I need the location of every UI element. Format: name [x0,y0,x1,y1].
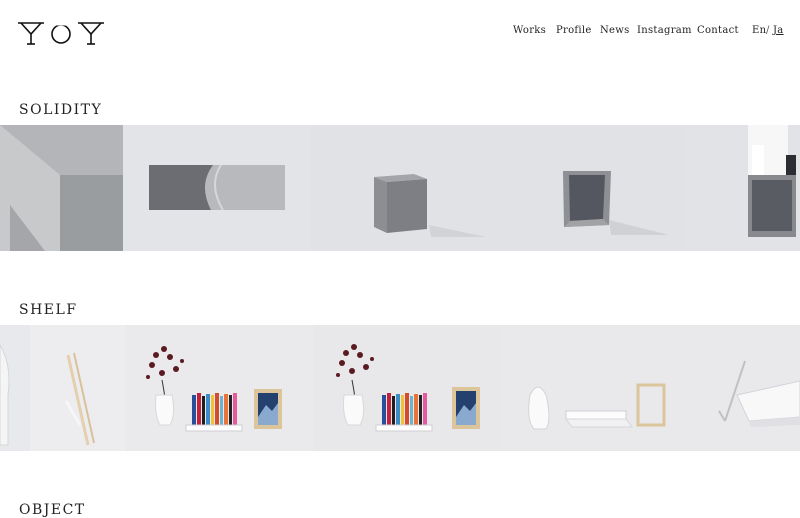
shelf-gallery [0,325,800,451]
lang-en[interactable]: En [752,25,766,36]
section-title-object: OBJECT [19,502,86,518]
gallery-image[interactable] [499,125,686,251]
nav-news[interactable]: News [600,25,630,36]
nav-profile[interactable]: Profile [556,25,592,36]
gallery-image[interactable] [0,125,123,251]
nav-contact[interactable]: Contact [697,25,739,36]
gallery-image[interactable] [686,125,800,251]
gallery-image[interactable] [689,325,800,451]
gallery-image[interactable] [123,125,311,251]
gallery-image[interactable] [311,125,499,251]
gallery-image[interactable] [0,325,126,451]
section-title-solidity: SOLIDITY [19,102,103,118]
gallery-image[interactable] [126,325,314,451]
nav-works[interactable]: Works [513,25,546,36]
nav-instagram[interactable]: Instagram [637,25,692,36]
lang-ja[interactable]: Ja [773,25,784,36]
solidity-gallery [0,125,800,251]
lang-separator: / [766,25,770,36]
section-title-shelf: SHELF [19,302,78,318]
gallery-image[interactable] [502,325,689,451]
main-nav: Works Profile News Instagram Contact En … [0,25,800,39]
gallery-image[interactable] [314,325,502,451]
